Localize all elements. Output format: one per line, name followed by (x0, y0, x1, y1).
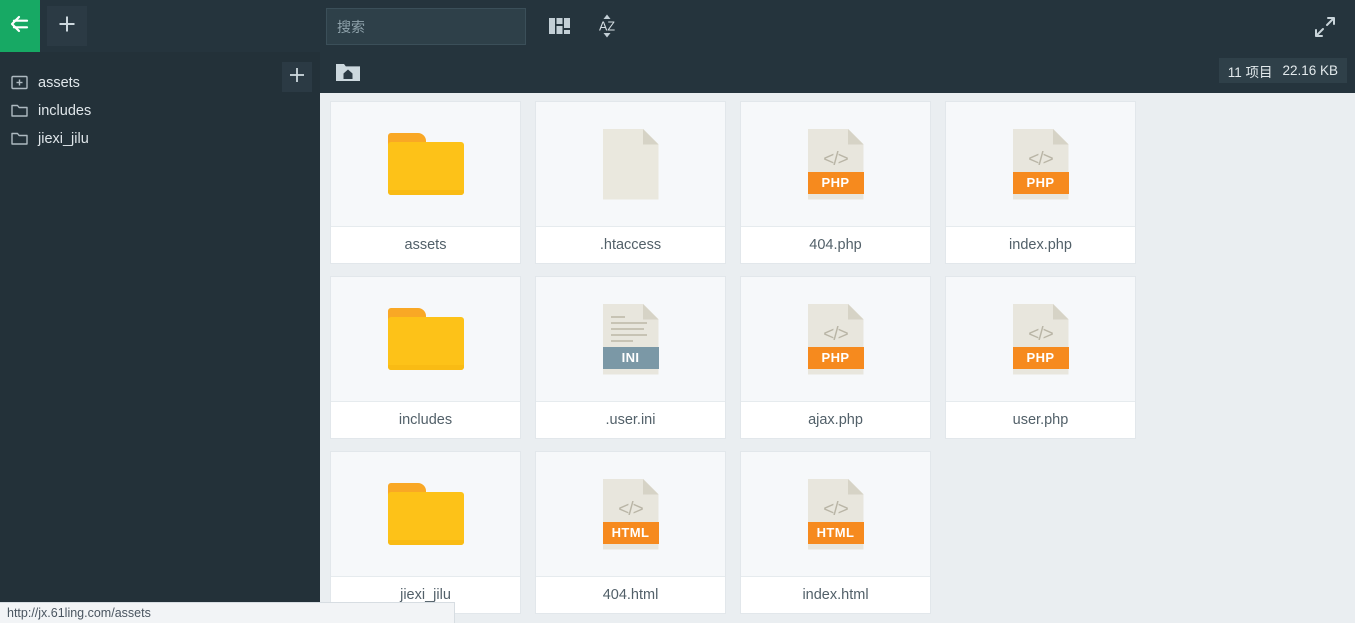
file-grid-area[interactable]: assets .htaccess </> PHP 404.php </> PHP index.… (320, 93, 1355, 623)
file-tile[interactable]: </> PHP user.php (945, 276, 1136, 439)
sidebar-item-jiexi-jilu[interactable]: jiexi_jilu (0, 125, 320, 153)
html-file-icon: </> HTML (741, 452, 930, 577)
file-tile[interactable]: .htaccess (535, 101, 726, 264)
fullscreen-expand-icon[interactable] (1308, 13, 1342, 41)
search-input[interactable] (326, 8, 526, 45)
file-name-label: ajax.php (741, 402, 930, 438)
breadcrumb-home-button[interactable] (335, 60, 361, 84)
folder-tree: assets includes jiexi_jilu (0, 52, 320, 153)
sort-az-icon[interactable]: AZ (592, 12, 622, 40)
plus-icon (57, 14, 77, 39)
file-name-label: 404.php (741, 227, 930, 263)
file-tile[interactable]: jiexi_jilu (330, 451, 521, 614)
sidebar-item-includes[interactable]: includes (0, 97, 320, 125)
file-tile[interactable]: </> HTML 404.html (535, 451, 726, 614)
file-tile[interactable]: includes (330, 276, 521, 439)
file-name-label: user.php (946, 402, 1135, 438)
file-tile[interactable]: INI .user.ini (535, 276, 726, 439)
columns-view-icon[interactable] (545, 12, 575, 40)
sidebar-item-label: assets (38, 75, 80, 91)
folder-icon (11, 103, 29, 119)
file-tile[interactable]: </> HTML index.html (740, 451, 931, 614)
plus-icon (288, 66, 306, 89)
html-file-icon: </> HTML (536, 452, 725, 577)
new-item-button[interactable] (47, 6, 87, 46)
svg-text:AZ: AZ (599, 20, 615, 34)
back-arrow-icon (8, 14, 32, 39)
sidebar-item-assets[interactable]: assets (0, 69, 320, 97)
file-name-label: index.php (946, 227, 1135, 263)
item-count: 11 项目 (1227, 64, 1273, 80)
top-toolbar: AZ (0, 0, 1355, 52)
sidebar-item-label: jiexi_jilu (38, 131, 89, 147)
folder-meta: 11 项目 22.16 KB (1218, 58, 1347, 83)
status-url: http://jx.61ling.com/assets (7, 606, 151, 620)
folder-icon (11, 131, 29, 147)
home-folder-icon (335, 64, 361, 88)
php-file-icon: </> PHP (946, 102, 1135, 227)
php-file-icon: </> PHP (946, 277, 1135, 402)
folder-icon (331, 277, 520, 402)
php-file-icon: </> PHP (741, 277, 930, 402)
breadcrumb-bar: 11 项目 22.16 KB (320, 52, 1355, 93)
sidebar: assets includes jiexi_jilu (0, 52, 320, 623)
folder-icon (331, 452, 520, 577)
folder-expand-icon[interactable] (11, 75, 29, 91)
ini-file-icon: INI (536, 277, 725, 402)
sidebar-item-label: includes (38, 103, 92, 119)
file-grid: assets .htaccess </> PHP 404.php </> PHP index.… (320, 93, 1160, 614)
back-button[interactable] (0, 0, 40, 52)
file-tile[interactable]: </> PHP index.php (945, 101, 1136, 264)
folder-icon (331, 102, 520, 227)
file-name-label: .htaccess (536, 227, 725, 263)
file-name-label: assets (331, 227, 520, 263)
file-tile[interactable]: </> PHP 404.php (740, 101, 931, 264)
file-name-label: includes (331, 402, 520, 438)
php-file-icon: </> PHP (741, 102, 930, 227)
status-bar: http://jx.61ling.com/assets (0, 602, 455, 623)
file-tile[interactable]: assets (330, 101, 521, 264)
plain-file-icon (536, 102, 725, 227)
file-manager-window: AZ (0, 0, 1355, 623)
file-name-label: .user.ini (536, 402, 725, 438)
search-box[interactable] (326, 8, 526, 45)
total-size: 22.16 KB (1282, 63, 1338, 78)
file-name-label: index.html (741, 577, 930, 613)
file-tile[interactable]: </> PHP ajax.php (740, 276, 931, 439)
sidebar-add-button[interactable] (282, 62, 312, 92)
file-name-label: 404.html (536, 577, 725, 613)
